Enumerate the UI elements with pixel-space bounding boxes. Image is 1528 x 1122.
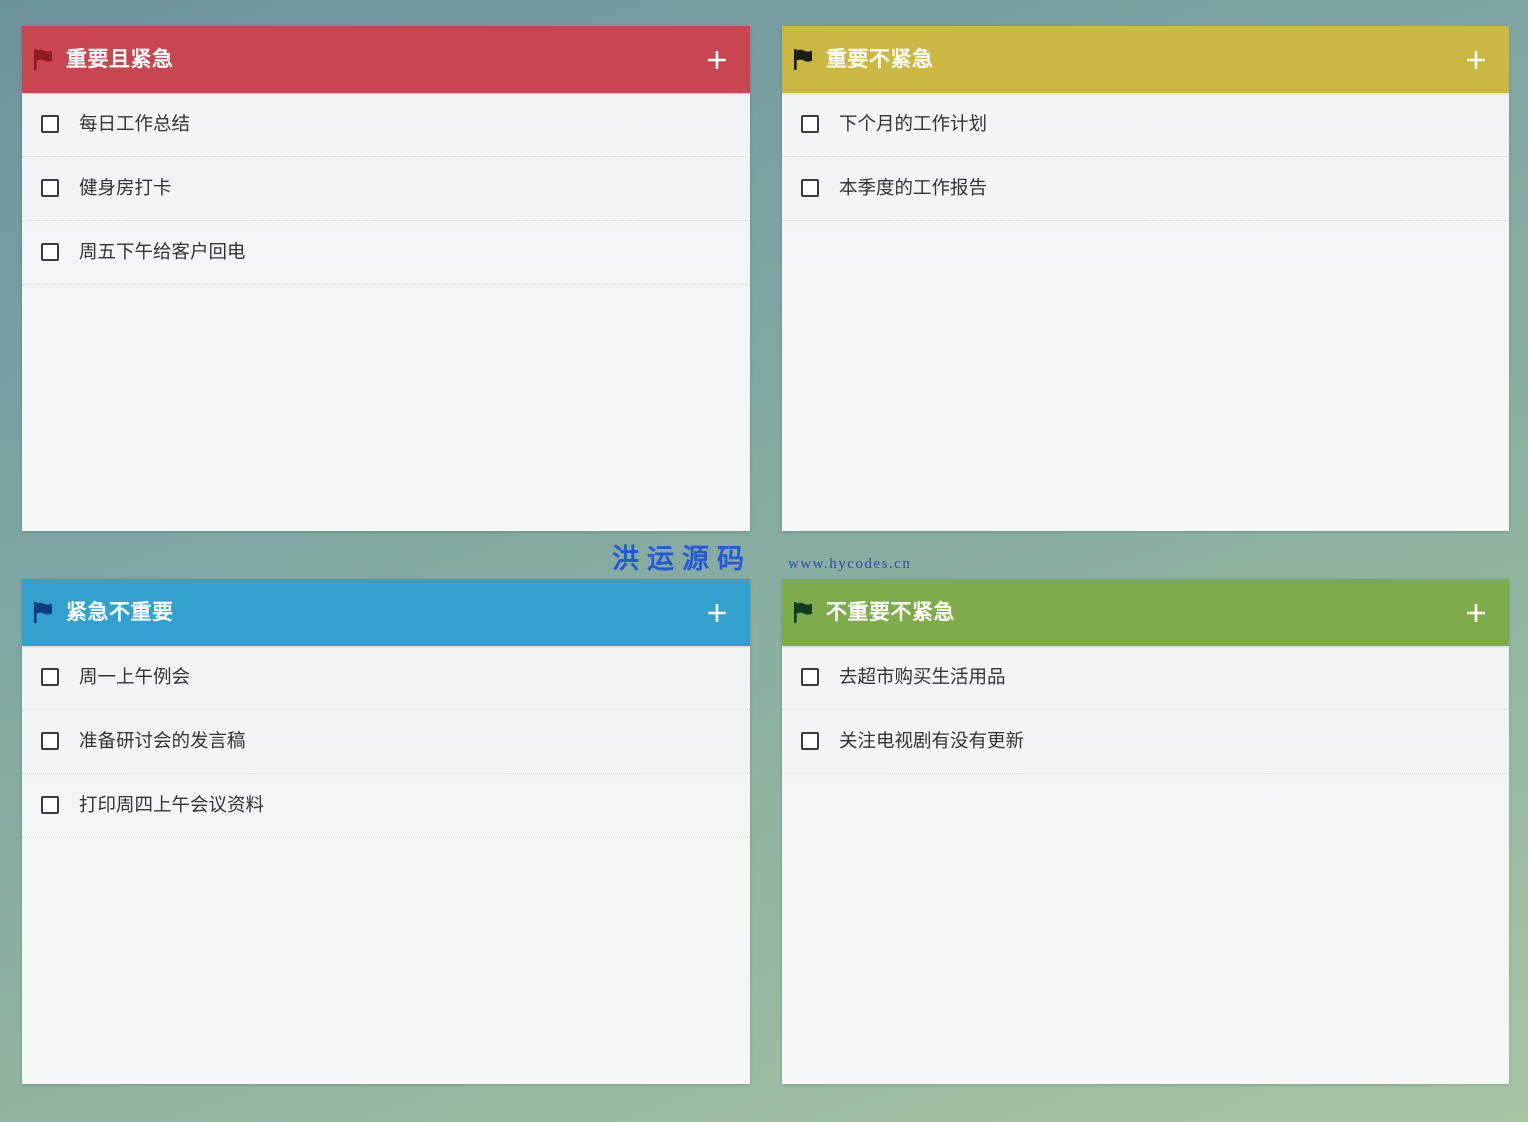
task-checkbox[interactable] <box>41 668 59 686</box>
task-list: 每日工作总结 健身房打卡 周五下午给客户回电 <box>22 93 750 285</box>
quadrant-title: 重要不紧急 <box>826 47 934 71</box>
quadrant-header: 重要不紧急 <box>782 26 1509 93</box>
flag-icon <box>793 602 813 623</box>
task-text: 周一上午例会 <box>79 667 191 688</box>
task-list: 周一上午例会 准备研讨会的发言稿 打印周四上午会议资料 <box>22 646 750 838</box>
add-task-button[interactable] <box>706 602 728 624</box>
task-text: 下个月的工作计划 <box>839 114 988 135</box>
quadrant-header: 重要且紧急 <box>22 26 750 93</box>
quadrant-title: 重要且紧急 <box>66 47 174 71</box>
task-checkbox[interactable] <box>801 179 819 197</box>
task-checkbox[interactable] <box>41 796 59 814</box>
add-task-button[interactable] <box>706 49 728 71</box>
task-item: 去超市购买生活用品 <box>782 646 1509 710</box>
task-item: 下个月的工作计划 <box>782 93 1509 157</box>
task-text: 打印周四上午会议资料 <box>79 795 265 816</box>
task-text: 准备研讨会的发言稿 <box>79 731 246 752</box>
quadrant-title: 紧急不重要 <box>66 600 174 624</box>
task-item: 每日工作总结 <box>22 93 750 157</box>
quadrant-important-not-urgent: 重要不紧急 下个月的工作计划 本季度的工作报告 <box>782 26 1509 531</box>
add-task-button[interactable] <box>1465 602 1487 624</box>
task-item: 关注电视剧有没有更新 <box>782 710 1509 774</box>
quadrant-title: 不重要不紧急 <box>826 600 955 624</box>
flag-icon <box>33 602 53 623</box>
task-text: 周五下午给客户回电 <box>79 242 246 263</box>
task-text: 健身房打卡 <box>79 178 172 199</box>
quadrant-header: 紧急不重要 <box>22 579 750 646</box>
plus-icon <box>708 604 726 622</box>
task-item: 准备研讨会的发言稿 <box>22 710 750 774</box>
flag-icon <box>793 49 813 70</box>
task-text: 关注电视剧有没有更新 <box>839 731 1025 752</box>
task-checkbox[interactable] <box>801 668 819 686</box>
task-checkbox[interactable] <box>41 115 59 133</box>
task-text: 去超市购买生活用品 <box>839 667 1006 688</box>
task-checkbox[interactable] <box>41 732 59 750</box>
plus-icon <box>708 51 726 69</box>
task-item: 本季度的工作报告 <box>782 157 1509 221</box>
task-text: 每日工作总结 <box>79 114 191 135</box>
task-item: 打印周四上午会议资料 <box>22 774 750 838</box>
task-item: 周五下午给客户回电 <box>22 221 750 285</box>
watermark-brand: 洪运源码 <box>612 544 752 575</box>
quadrant-header: 不重要不紧急 <box>782 579 1509 646</box>
add-task-button[interactable] <box>1465 49 1487 71</box>
task-checkbox[interactable] <box>801 115 819 133</box>
task-checkbox[interactable] <box>801 732 819 750</box>
flag-icon <box>33 49 53 70</box>
quadrant-important-urgent: 重要且紧急 每日工作总结 健身房打卡 周五下午给客户回电 <box>22 26 750 531</box>
task-checkbox[interactable] <box>41 179 59 197</box>
task-list: 下个月的工作计划 本季度的工作报告 <box>782 93 1509 221</box>
task-item: 周一上午例会 <box>22 646 750 710</box>
task-item: 健身房打卡 <box>22 157 750 221</box>
watermark-url: www.hycodes.cn <box>788 556 912 572</box>
plus-icon <box>1467 604 1485 622</box>
task-text: 本季度的工作报告 <box>839 178 988 199</box>
quadrant-not-important-not-urgent: 不重要不紧急 去超市购买生活用品 关注电视剧有没有更新 <box>782 579 1509 1084</box>
task-checkbox[interactable] <box>41 243 59 261</box>
quadrant-urgent-not-important: 紧急不重要 周一上午例会 准备研讨会的发言稿 打印周四上午会议资料 <box>22 579 750 1084</box>
plus-icon <box>1467 51 1485 69</box>
task-list: 去超市购买生活用品 关注电视剧有没有更新 <box>782 646 1509 774</box>
